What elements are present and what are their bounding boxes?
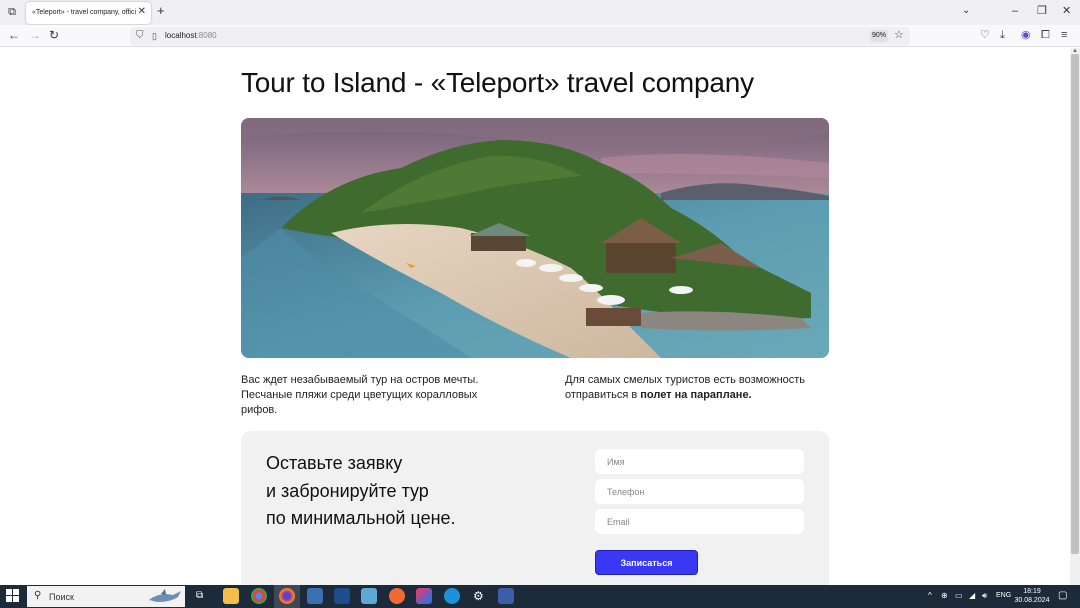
firefox-icon[interactable] [279, 588, 295, 604]
menu-icon[interactable]: ≡ [1061, 28, 1067, 42]
zoom-level[interactable]: 90% [870, 30, 888, 42]
taskbar-clock[interactable]: 18:19 30.08.2024 [1012, 587, 1052, 605]
back-icon[interactable]: ← [8, 28, 20, 42]
search-icon: ⚲ [34, 590, 42, 601]
powershell-icon[interactable] [334, 588, 350, 604]
docker-icon[interactable] [444, 588, 460, 604]
task-view-icon[interactable]: ⧉ [196, 590, 203, 602]
file-explorer-icon[interactable] [223, 588, 239, 604]
submit-button[interactable]: Записаться [595, 550, 698, 575]
chevron-down-icon[interactable]: ⌄ [962, 5, 970, 16]
island-photo [241, 118, 829, 358]
bookmark-star-icon[interactable]: ☆ [894, 28, 904, 42]
shield-icon[interactable]: ⛉ [136, 29, 144, 43]
form-heading-line: по минимальной цене. [266, 508, 456, 528]
chrome-icon[interactable] [251, 588, 267, 604]
clock-time: 18:19 [1023, 588, 1041, 595]
browser-nav-bar: ← → ↻ ⛉ ▯ localhost:8080 90% ☆ ♡ ⤓ ◉ ⧠ ≡ [0, 25, 1080, 47]
windows-start-icon[interactable] [6, 589, 20, 603]
settings-gear-icon[interactable]: ⚙ [473, 590, 484, 602]
page-scrollbar[interactable]: ▲ [1070, 48, 1080, 585]
taskbar-search[interactable]: ⚲ Поиск [27, 586, 185, 607]
tray-app-icon[interactable]: ⊕ [941, 590, 948, 602]
chevron-up-icon[interactable]: ^ [928, 590, 932, 602]
tab-title: «Teleport» - travel company, official si… [32, 9, 136, 16]
battery-icon[interactable]: ▭ [955, 590, 963, 602]
taskbar-search-text: Поиск [49, 592, 74, 602]
phone-field[interactable] [595, 479, 804, 504]
email-field[interactable] [595, 509, 804, 534]
taskbar: ⚲ Поиск ⧉ ⚙ ^ ⊕ ▭ ◢ 🔊︎ ENG 18:19 30.08.2… [0, 585, 1080, 608]
page-info-icon[interactable]: ▯ [152, 29, 157, 43]
clock-date: 30.08.2024 [1014, 597, 1050, 604]
url-text[interactable]: localhost:8080 [165, 30, 217, 42]
pocket-icon[interactable]: ♡ [980, 28, 990, 42]
volume-icon[interactable]: 🔊︎ [982, 590, 987, 602]
language-indicator[interactable]: ENG [996, 590, 1011, 602]
form-heading-line: Оставьте заявку [266, 453, 403, 473]
url-port: :8080 [196, 31, 217, 40]
url-bar[interactable]: ⛉ ▯ localhost:8080 90% ☆ [130, 27, 910, 45]
postgres-icon[interactable] [307, 588, 323, 604]
git-tool-icon[interactable] [389, 588, 405, 604]
minimize-icon[interactable]: – [1012, 4, 1018, 18]
tab-close-icon[interactable]: ✕ [138, 6, 146, 18]
close-window-icon[interactable]: ✕ [1062, 4, 1071, 18]
page-title: Tour to Island - «Teleport» travel compa… [241, 67, 754, 98]
page-content: Tour to Island - «Teleport» travel compa… [0, 48, 1070, 585]
island-illustration [241, 118, 829, 358]
new-tab-icon[interactable]: + [157, 4, 165, 18]
tab-list-icon[interactable]: ⧉ [4, 5, 20, 19]
form-heading: Оставьте заявку и забронируйте тур по ми… [266, 450, 456, 533]
extensions-icon[interactable]: ⧠ [1041, 28, 1050, 42]
restore-icon[interactable]: ❐ [1037, 4, 1047, 18]
network-icon[interactable]: ◢ [969, 590, 975, 602]
intellij-icon[interactable] [416, 588, 432, 604]
forward-icon[interactable]: → [29, 28, 41, 42]
shark-illustration-icon [149, 589, 181, 602]
notifications-icon[interactable]: ▢ [1058, 590, 1067, 602]
notes-app-icon[interactable] [361, 588, 377, 604]
description-right-bold: полет на параплане. [640, 389, 752, 401]
account-icon[interactable]: ◉ [1021, 28, 1031, 42]
database-tool-icon[interactable] [498, 588, 514, 604]
description-left: Вас ждет незабываемый тур на остров мечт… [241, 374, 479, 416]
description-right: Для самых смелых туристов есть возможнос… [565, 373, 830, 403]
reload-icon[interactable]: ↻ [49, 28, 59, 42]
name-field[interactable] [595, 449, 804, 474]
url-host: localhost [165, 31, 197, 40]
browser-tab[interactable]: «Teleport» - travel company, official si… [26, 2, 151, 24]
download-icon[interactable]: ⤓ [1000, 28, 1005, 42]
booking-form-card: Оставьте заявку и забронируйте тур по ми… [241, 431, 829, 585]
browser-tab-bar: ⧉ «Teleport» - travel company, official … [0, 0, 1080, 25]
scroll-thumb[interactable] [1071, 54, 1079, 554]
form-heading-line: и забронируйте тур [266, 480, 429, 501]
